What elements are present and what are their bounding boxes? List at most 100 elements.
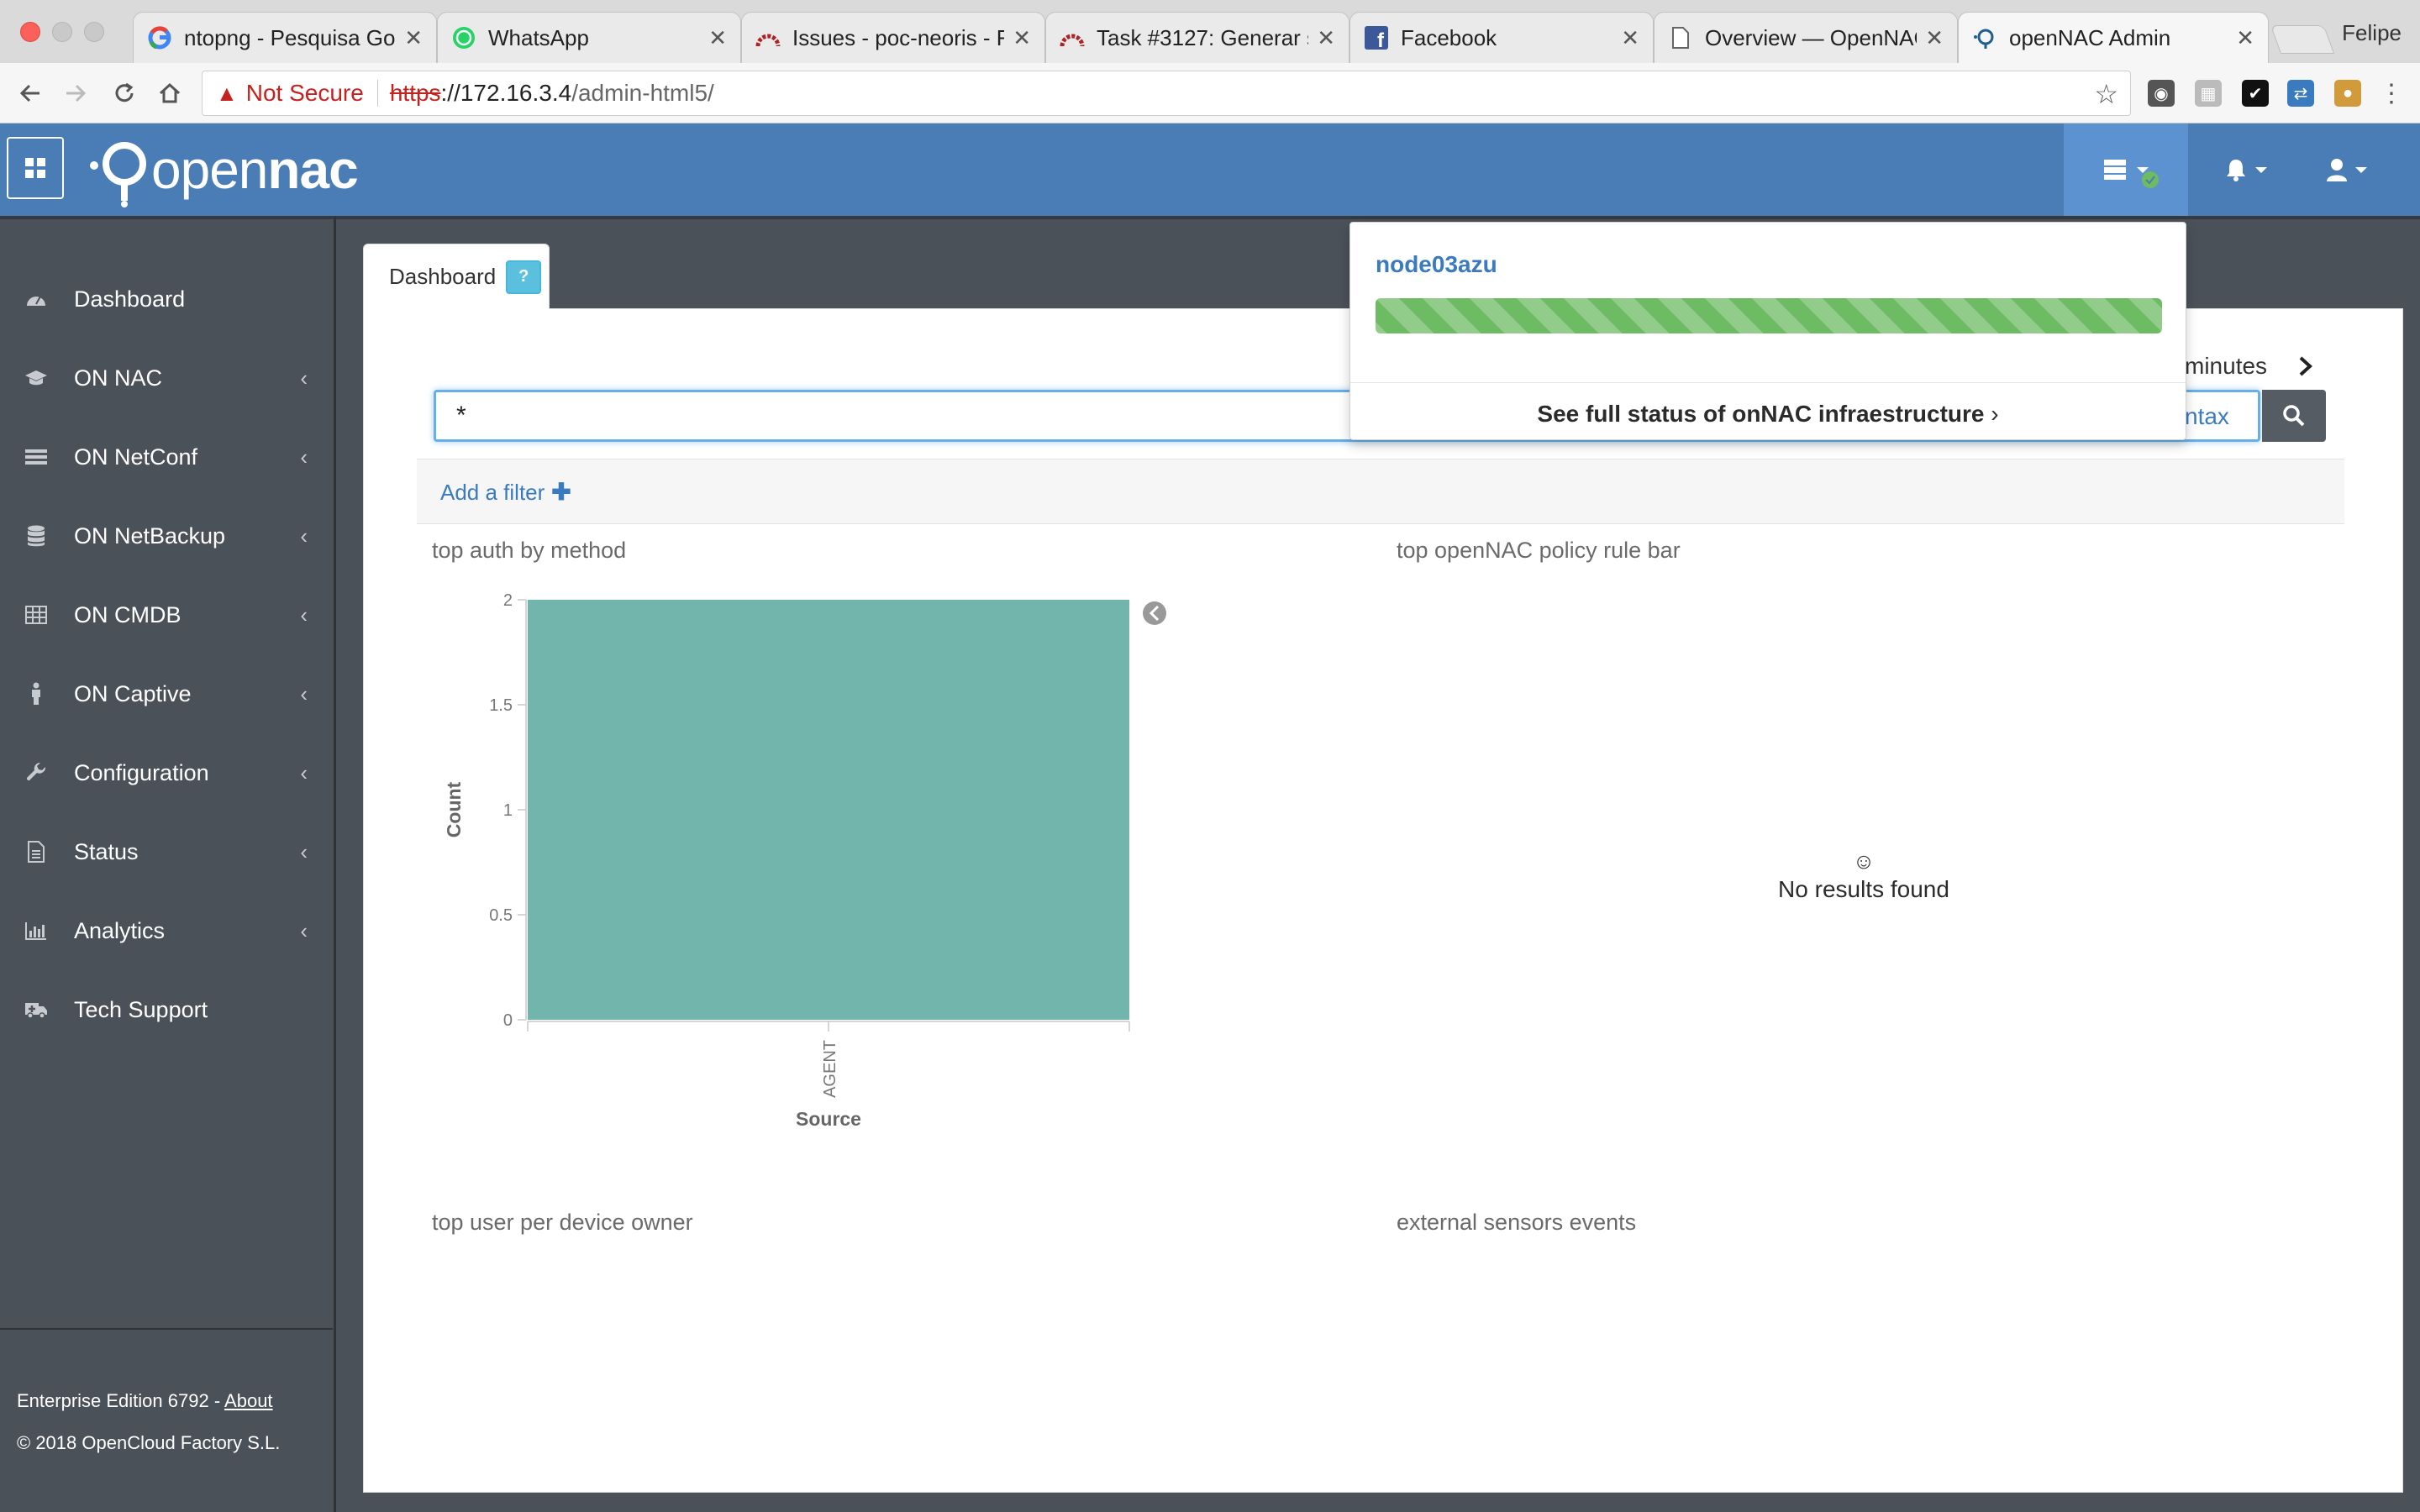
search-icon xyxy=(2283,405,2305,427)
notifications-button[interactable] xyxy=(2200,123,2292,216)
syntax-help-link[interactable]: ntax xyxy=(2185,403,2229,430)
google-icon xyxy=(147,25,172,50)
sidebar-item-status[interactable]: Status ‹ xyxy=(0,812,333,891)
sidebar-item-on-captive[interactable]: ON Captive ‹ xyxy=(0,654,333,733)
edition-line: Enterprise Edition 6792 - About xyxy=(17,1380,316,1422)
y-axis-title: Count xyxy=(443,781,465,837)
browser-tab[interactable]: f Facebook ✕ xyxy=(1349,12,1654,63)
graduation-cap-icon xyxy=(24,369,49,387)
whatsapp-icon xyxy=(451,25,476,50)
tab-title: Facebook xyxy=(1401,24,1497,50)
close-tab-icon[interactable]: ✕ xyxy=(1621,25,1639,51)
add-filter-link[interactable]: Add a filter ✚ xyxy=(440,478,571,506)
search-button[interactable] xyxy=(2262,390,2326,442)
close-tab-icon[interactable]: ✕ xyxy=(708,25,727,51)
translate-extension-icon[interactable]: ⇄ xyxy=(2287,80,2314,107)
profile-name[interactable]: Felipe xyxy=(2342,20,2402,46)
chart-extension-icon[interactable]: ▦ xyxy=(2195,80,2222,107)
sidebar-item-analytics[interactable]: Analytics ‹ xyxy=(0,891,333,970)
bookmark-star-icon[interactable]: ☆ xyxy=(2094,78,2118,110)
close-tab-icon[interactable]: ✕ xyxy=(1013,25,1031,51)
tab-title: Overview — OpenNAC xyxy=(1705,24,1918,50)
back-icon[interactable] xyxy=(13,76,47,110)
about-link[interactable]: About xyxy=(224,1390,273,1411)
sidebar-item-tech-support[interactable]: Tech Support xyxy=(0,970,333,1049)
url-host: ://172.16.3.4 xyxy=(440,80,572,106)
address-bar[interactable]: ▲ Not Secure https ://172.16.3.4 /admin-… xyxy=(202,71,2131,116)
logo-text-light: open xyxy=(151,139,268,200)
minimize-window-button[interactable] xyxy=(52,22,72,42)
new-tab-button[interactable] xyxy=(2270,25,2335,54)
tab-dashboard[interactable]: Dashboard ? xyxy=(363,244,550,309)
user-icon xyxy=(2327,159,2347,181)
chevron-left-icon: ‹ xyxy=(300,522,308,549)
chevron-right-icon: › xyxy=(1991,401,1999,427)
chevron-left-icon: ‹ xyxy=(300,759,308,785)
node-name-link[interactable]: node03azu xyxy=(1376,251,1497,278)
top-auth-by-method-chart: 0 0.5 1 1.5 2 AGENT Count Source xyxy=(443,591,1166,1130)
browser-tab[interactable]: Task #3127: Generar s ✕ xyxy=(1045,12,1349,63)
sidebar-item-label: Tech Support xyxy=(74,996,208,1022)
close-tab-icon[interactable]: ✕ xyxy=(2236,25,2254,51)
full-status-link[interactable]: See full status of onNAC infraestructure… xyxy=(1350,401,2186,428)
sidebar-item-on-cmdb[interactable]: ON CMDB ‹ xyxy=(0,575,333,654)
sidebar-item-configuration[interactable]: Configuration ‹ xyxy=(0,733,333,812)
sidebar-item-on-netbackup[interactable]: ON NetBackup ‹ xyxy=(0,496,333,575)
browser-tab[interactable]: WhatsApp ✕ xyxy=(437,12,741,63)
user-menu-button[interactable] xyxy=(2301,123,2393,216)
sidebar-item-label: Dashboard xyxy=(74,286,186,312)
browser-tab-active[interactable]: openNAC Admin ✕ xyxy=(1958,12,2269,63)
opennac-logo[interactable]: open nac xyxy=(87,132,359,207)
grid-icon xyxy=(25,158,45,178)
tab-title: Task #3127: Generar s xyxy=(1097,24,1309,50)
security-label: Not Secure xyxy=(245,80,364,106)
chevron-down-icon xyxy=(2355,166,2367,173)
chevron-left-circle-icon[interactable] xyxy=(1143,601,1166,625)
sidebar: Dashboard ON NAC ‹ ON NetConf ‹ ON NetBa… xyxy=(0,216,336,1512)
zoom-window-button[interactable] xyxy=(84,22,104,42)
lightbulb-extension-icon[interactable]: ◉ xyxy=(2148,80,2175,107)
cookie-extension-icon[interactable]: ● xyxy=(2334,80,2361,107)
server-icon xyxy=(2104,160,2126,180)
sidebar-item-on-netconf[interactable]: ON NetConf ‹ xyxy=(0,417,333,496)
sidebar-item-on-nac[interactable]: ON NAC ‹ xyxy=(0,339,333,417)
chevron-down-icon xyxy=(2255,166,2267,173)
x-axis-title: Source xyxy=(796,1108,861,1130)
sidebar-item-label: Configuration xyxy=(74,759,209,785)
sidebar-item-dashboard[interactable]: Dashboard xyxy=(0,260,333,339)
filter-bar: Add a filter ✚ xyxy=(417,459,2344,524)
warning-icon: ▲ xyxy=(216,80,238,106)
browser-tab[interactable]: Overview — OpenNAC ✕ xyxy=(1654,12,1958,63)
time-range-picker[interactable]: minutes xyxy=(2185,353,2314,380)
apps-grid-button[interactable] xyxy=(7,137,64,199)
viz-title: external sensors events xyxy=(1397,1210,1637,1235)
browser-menu-icon[interactable]: ⋮ xyxy=(2375,76,2408,110)
sidebar-item-label: Status xyxy=(74,838,139,864)
viz-title: top auth by method xyxy=(432,538,627,563)
svg-text:f: f xyxy=(1377,29,1385,50)
close-tab-icon[interactable]: ✕ xyxy=(1317,25,1335,51)
database-icon xyxy=(24,525,49,547)
reload-icon[interactable] xyxy=(108,76,141,110)
close-tab-icon[interactable]: ✕ xyxy=(1925,25,1944,51)
close-tab-icon[interactable]: ✕ xyxy=(404,25,423,51)
infrastructure-status-button[interactable] xyxy=(2064,123,2188,216)
smiley-icon: ☺ xyxy=(1852,848,1876,874)
chevron-right-icon[interactable] xyxy=(2297,355,2314,377)
browser-tabstrip: ntopng - Pesquisa Goo ✕ WhatsApp ✕ Issue… xyxy=(0,0,2420,63)
edition-text: Enterprise Edition 6792 - xyxy=(17,1390,225,1411)
shield-extension-icon[interactable]: ✔ xyxy=(2242,80,2269,107)
redmine-icon xyxy=(1060,25,1085,50)
browser-tab[interactable]: Issues - poc-neoris - F ✕ xyxy=(741,12,1045,63)
y-tick-label: 2 xyxy=(503,591,513,610)
table-icon xyxy=(24,606,49,624)
wrench-icon xyxy=(24,762,49,784)
close-window-button[interactable] xyxy=(20,22,40,42)
no-results-message: ☺ No results found xyxy=(1731,848,1996,903)
chart-bar xyxy=(528,600,1129,1020)
home-icon[interactable] xyxy=(153,76,187,110)
no-results-text: No results found xyxy=(1778,876,1949,902)
forward-icon[interactable] xyxy=(59,76,92,110)
browser-tab[interactable]: ntopng - Pesquisa Goo ✕ xyxy=(133,12,437,63)
help-button[interactable]: ? xyxy=(506,260,542,294)
